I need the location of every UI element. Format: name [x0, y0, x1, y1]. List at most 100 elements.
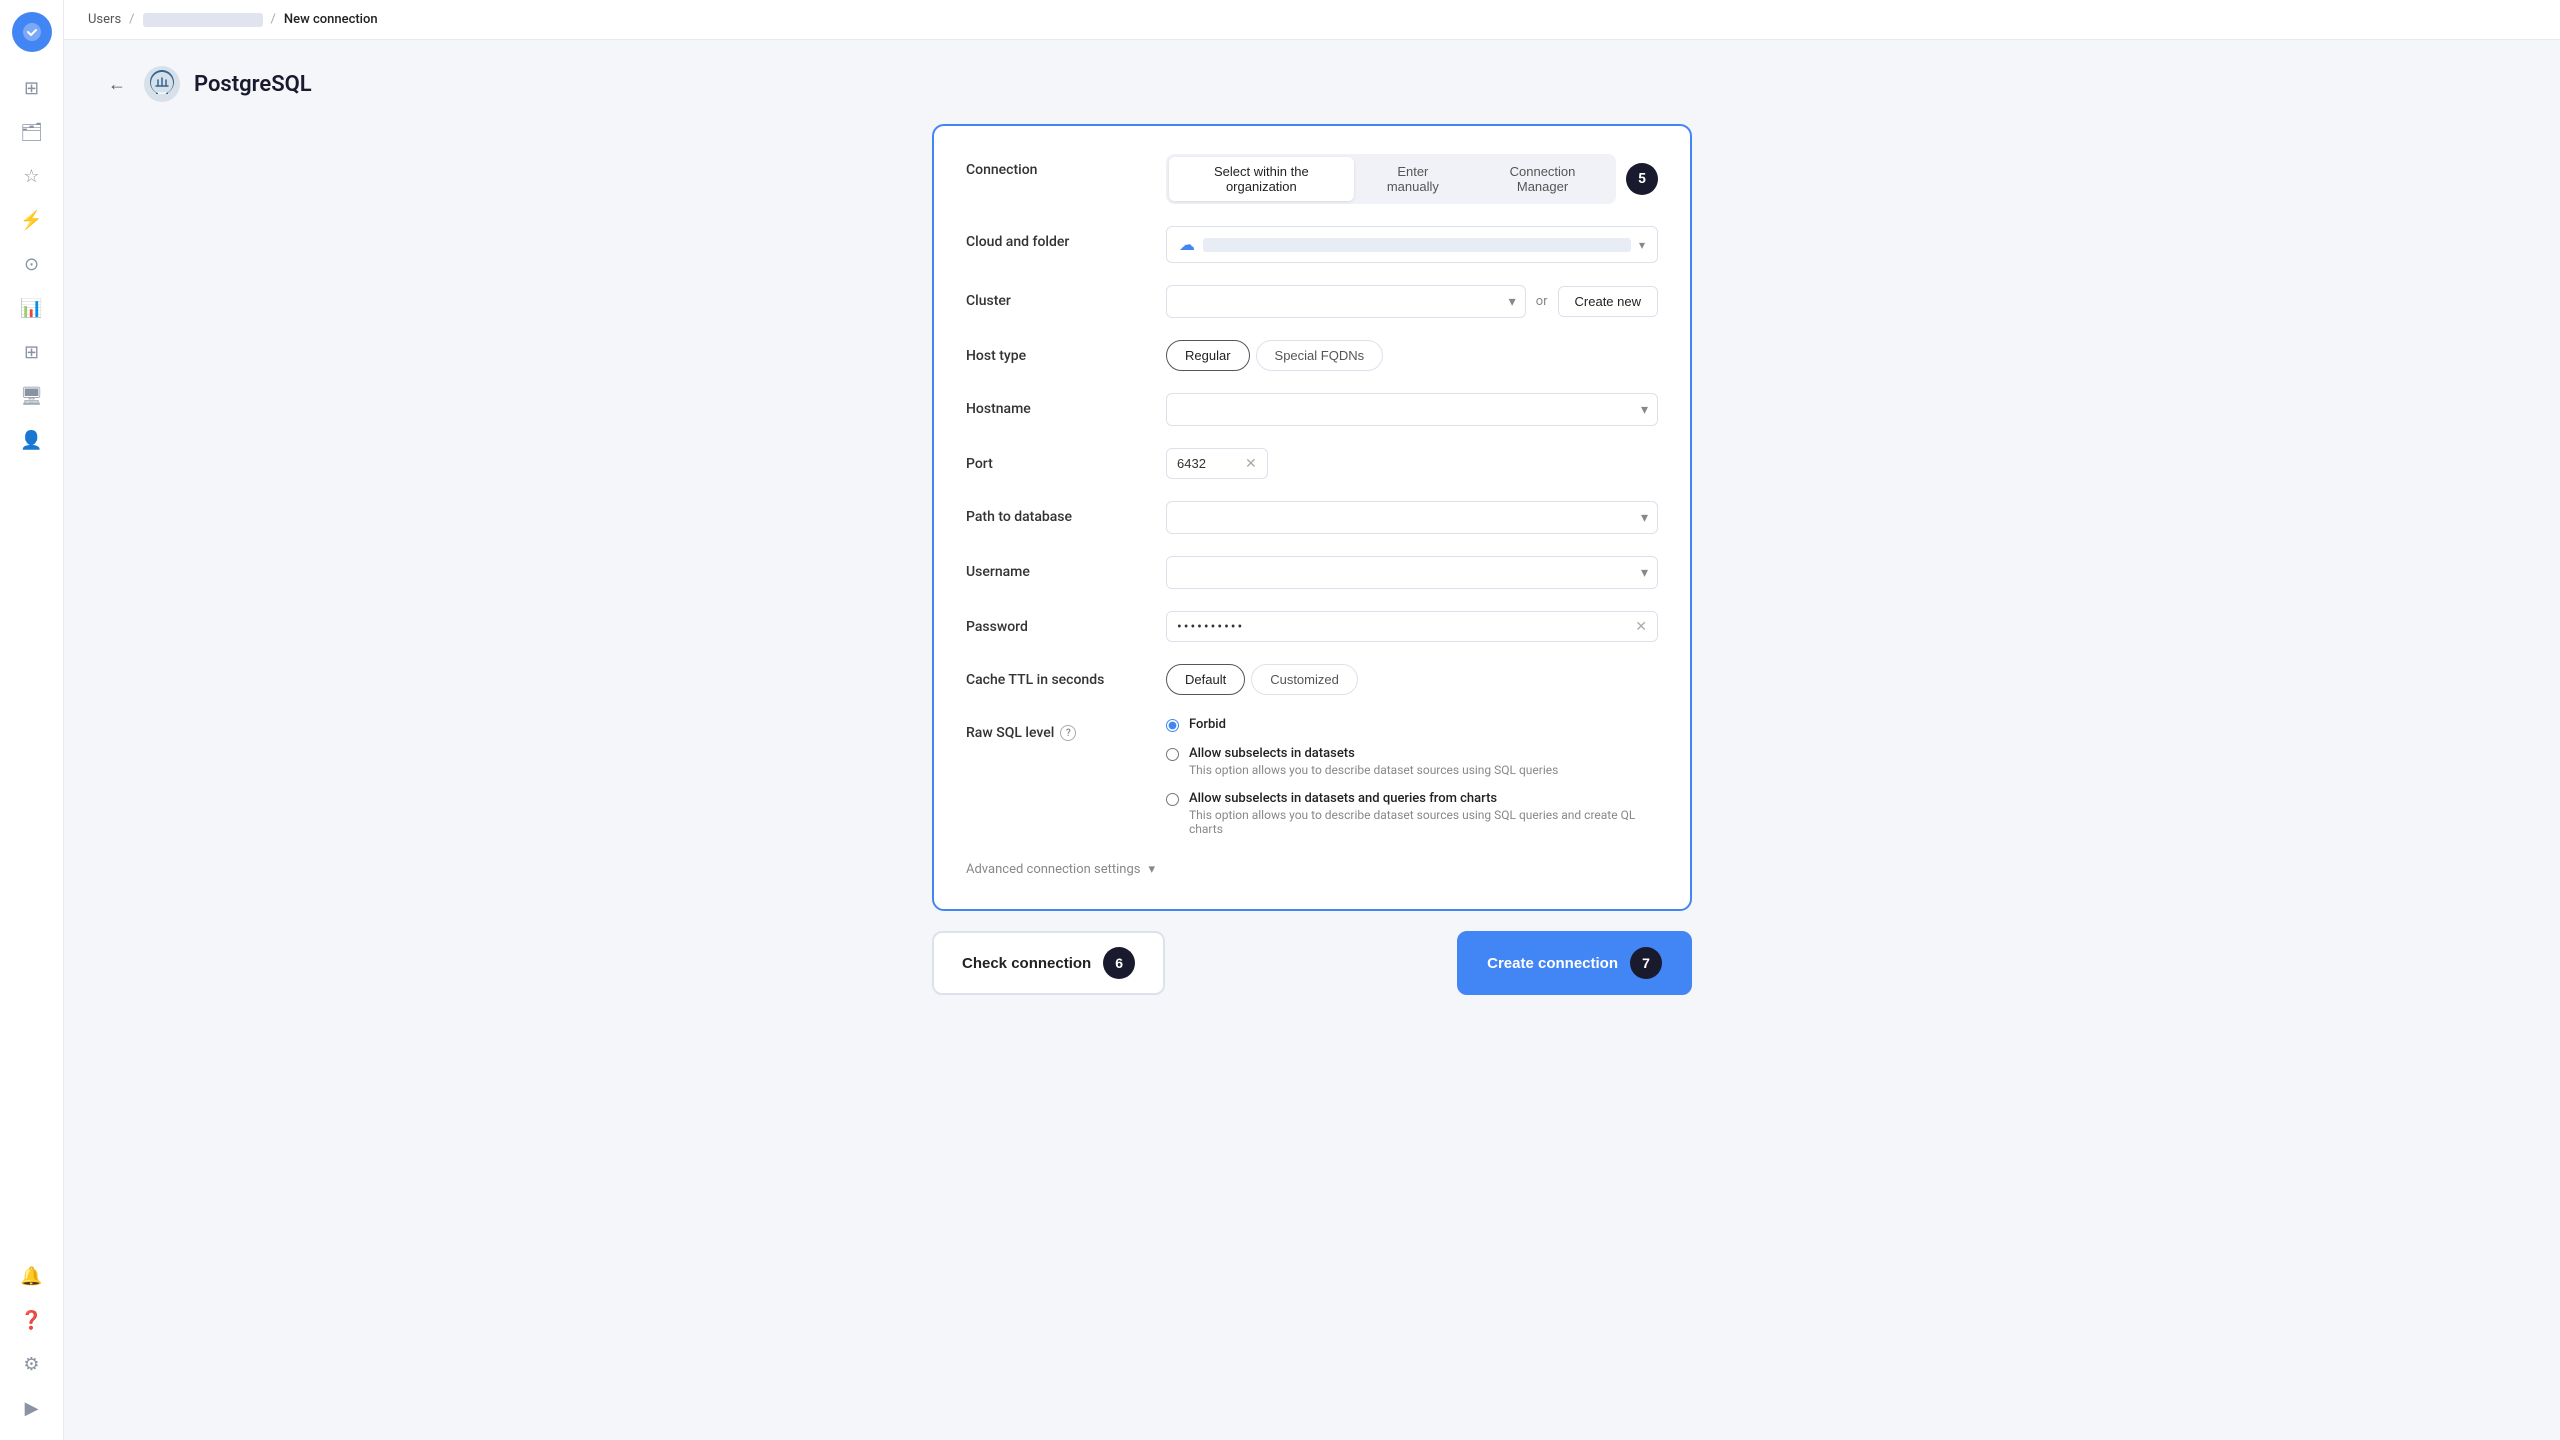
raw-sql-row: Raw SQL level ? Forbid: [966, 717, 1658, 836]
path-database-input[interactable]: [1166, 501, 1658, 534]
raw-sql-option-subselects-charts: Allow subselects in datasets and queries…: [1166, 791, 1658, 836]
host-type-control: Regular Special FQDNs: [1166, 340, 1658, 371]
raw-sql-forbid-label: Forbid: [1189, 717, 1226, 732]
password-wrap: •••••••••• ✕: [1166, 611, 1658, 642]
cluster-select[interactable]: [1166, 285, 1526, 318]
connection-step-badge: 5: [1626, 163, 1658, 195]
path-database-field: [1166, 501, 1658, 534]
raw-sql-radio-subselects[interactable]: [1166, 748, 1179, 761]
cache-ttl-control: Default Customized: [1166, 664, 1658, 695]
breadcrumb-sep1: /: [129, 12, 134, 27]
sidebar-item-chart[interactable]: 📊: [12, 288, 52, 328]
cloud-folder-select[interactable]: ☁ ▾: [1166, 226, 1658, 263]
sidebar-item-flash[interactable]: ⚡: [12, 200, 52, 240]
sidebar-item-help[interactable]: ❓: [12, 1300, 52, 1340]
raw-sql-option-subselects: Allow subselects in datasets This option…: [1166, 746, 1658, 777]
raw-sql-control: Forbid Allow subselects in datasets This…: [1166, 717, 1658, 836]
advanced-settings-toggle[interactable]: Advanced connection settings ▾: [966, 858, 1658, 881]
raw-sql-option-forbid: Forbid: [1166, 717, 1658, 732]
tab-connection-manager[interactable]: Connection Manager: [1472, 157, 1613, 201]
sidebar: ⊞ 🗂 ☆ ⚡ ⊙ 📊 ⊞ 🖥 👤 🔔 ❓ ⚙ ▶: [0, 0, 64, 1440]
breadcrumb: Users / / New connection: [64, 0, 2560, 40]
create-new-button[interactable]: Create new: [1558, 286, 1658, 317]
raw-sql-label-text: Raw SQL level: [966, 725, 1054, 741]
advanced-settings-chevron: ▾: [1148, 862, 1155, 877]
cluster-control: or Create new: [1166, 285, 1658, 318]
cloud-folder-row: Cloud and folder ☁ ▾: [966, 226, 1658, 263]
host-type-label: Host type: [966, 340, 1146, 364]
host-type-regular[interactable]: Regular: [1166, 340, 1250, 371]
path-database-control: [1166, 501, 1658, 534]
connection-type-control: Select within the organization Enter man…: [1166, 154, 1658, 204]
sidebar-item-settings[interactable]: ⚙: [12, 1344, 52, 1384]
sidebar-item-connections[interactable]: ⊙: [12, 244, 52, 284]
raw-sql-subselects-charts-label: Allow subselects in datasets and queries…: [1189, 791, 1658, 806]
app-logo[interactable]: [12, 12, 52, 52]
cloud-folder-label: Cloud and folder: [966, 226, 1146, 250]
host-type-special[interactable]: Special FQDNs: [1256, 340, 1384, 371]
cluster-label: Cluster: [966, 285, 1146, 309]
or-text: or: [1536, 294, 1548, 309]
raw-sql-subselects-charts-desc: This option allows you to describe datas…: [1189, 808, 1658, 836]
hostname-row: Hostname: [966, 393, 1658, 426]
check-connection-badge: 6: [1103, 947, 1135, 979]
create-connection-button[interactable]: Create connection 7: [1457, 931, 1692, 995]
sidebar-item-monitor[interactable]: 🖥: [12, 376, 52, 416]
raw-sql-radio-forbid[interactable]: [1166, 719, 1179, 732]
postgresql-icon: [142, 64, 182, 104]
main-content: Users / / New connection ← PostgreSQL Co…: [64, 0, 2560, 1440]
hostname-control: [1166, 393, 1658, 426]
create-connection-badge: 7: [1630, 947, 1662, 979]
password-row: Password •••••••••• ✕: [966, 611, 1658, 642]
sidebar-item-table[interactable]: ⊞: [12, 332, 52, 372]
breadcrumb-sep2: /: [271, 12, 276, 27]
chevron-down-icon: ▾: [1639, 238, 1645, 252]
sidebar-item-grid[interactable]: ⊞: [12, 68, 52, 108]
cache-default-button[interactable]: Default: [1166, 664, 1245, 695]
hostname-label: Hostname: [966, 393, 1146, 417]
cache-customized-button[interactable]: Customized: [1251, 664, 1358, 695]
raw-sql-help-icon[interactable]: ?: [1060, 725, 1076, 741]
cluster-row: Cluster or Create new: [966, 285, 1658, 318]
username-field: [1166, 556, 1658, 589]
title-row: ← PostgreSQL: [104, 64, 2520, 104]
username-input[interactable]: [1166, 556, 1658, 589]
port-control: ✕: [1166, 448, 1658, 479]
cache-ttl-label: Cache TTL in seconds: [966, 664, 1146, 688]
password-label: Password: [966, 611, 1146, 635]
breadcrumb-current: New connection: [284, 12, 378, 27]
sidebar-item-user[interactable]: 👤: [12, 420, 52, 460]
password-control: •••••••••• ✕: [1166, 611, 1658, 642]
username-row: Username: [966, 556, 1658, 589]
sidebar-item-bell[interactable]: 🔔: [12, 1256, 52, 1296]
username-control: [1166, 556, 1658, 589]
tab-enter-manually[interactable]: Enter manually: [1358, 157, 1468, 201]
connection-card: Connection Select within the organizatio…: [932, 124, 1692, 911]
raw-sql-subselects-desc: This option allows you to describe datas…: [1189, 763, 1558, 777]
sidebar-item-star[interactable]: ☆: [12, 156, 52, 196]
hostname-input[interactable]: [1166, 393, 1658, 426]
port-label: Port: [966, 448, 1146, 472]
raw-sql-subselects-label: Allow subselects in datasets: [1189, 746, 1558, 761]
username-label: Username: [966, 556, 1146, 580]
create-connection-label: Create connection: [1487, 955, 1618, 972]
page-title: PostgreSQL: [194, 72, 312, 97]
port-clear-button[interactable]: ✕: [1245, 455, 1257, 472]
page-body: ← PostgreSQL Connection Select within th…: [64, 40, 2560, 1440]
port-input[interactable]: [1177, 456, 1237, 471]
sidebar-item-folders[interactable]: 🗂: [12, 112, 52, 152]
hostname-input-wrap: [1166, 393, 1658, 426]
raw-sql-radio-subselects-charts[interactable]: [1166, 793, 1179, 806]
cloud-folder-text: [1203, 238, 1631, 252]
tab-select-org[interactable]: Select within the organization: [1169, 157, 1354, 201]
check-connection-button[interactable]: Check connection 6: [932, 931, 1165, 995]
raw-sql-label: Raw SQL level ?: [966, 717, 1146, 741]
sidebar-item-play[interactable]: ▶: [12, 1388, 52, 1428]
breadcrumb-org: [143, 13, 263, 27]
breadcrumb-users[interactable]: Users: [88, 12, 121, 27]
raw-sql-options: Forbid Allow subselects in datasets This…: [1166, 717, 1658, 836]
port-row: Port ✕: [966, 448, 1658, 479]
back-button[interactable]: ←: [104, 70, 130, 99]
connection-label: Connection: [966, 154, 1146, 178]
password-clear-button[interactable]: ✕: [1635, 618, 1647, 635]
